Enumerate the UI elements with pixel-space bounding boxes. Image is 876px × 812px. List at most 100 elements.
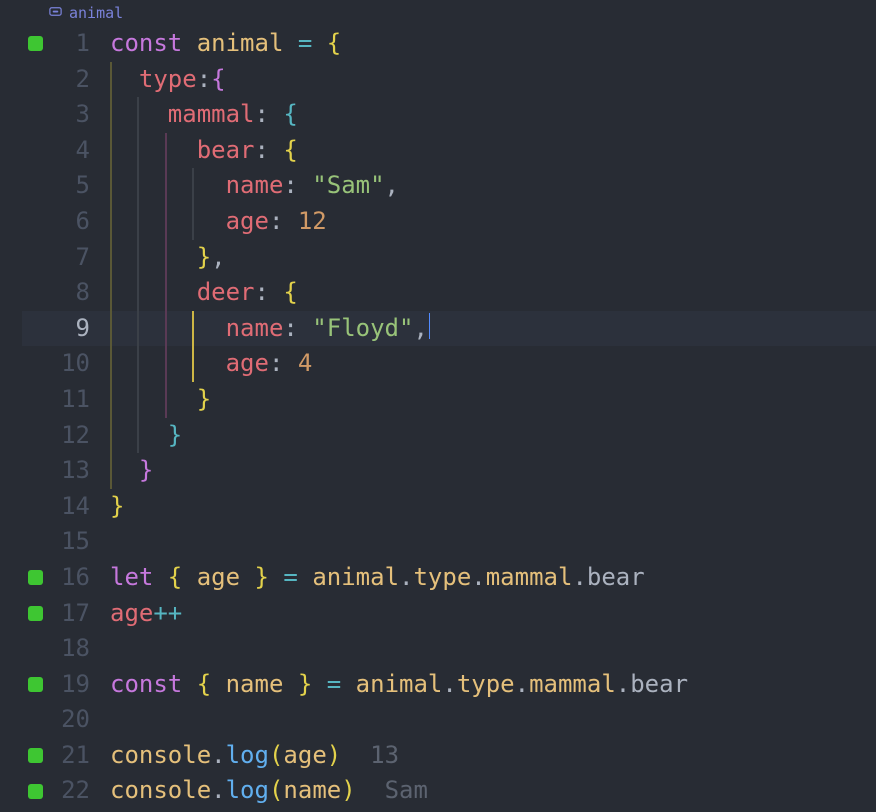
line-content[interactable]: } <box>110 418 876 454</box>
line-number[interactable]: 3 <box>54 97 110 133</box>
line-number[interactable]: 11 <box>54 382 110 418</box>
line-number[interactable]: 5 <box>54 168 110 204</box>
line-number[interactable]: 7 <box>54 240 110 276</box>
code-line[interactable]: 14} <box>0 489 876 525</box>
code-line[interactable]: 22console.log(name) Sam <box>0 773 876 809</box>
line-number[interactable]: 1 <box>54 26 110 62</box>
indent-guide <box>110 133 112 169</box>
line-content[interactable]: bear: { <box>110 133 876 169</box>
line-content[interactable]: name: "Floyd", <box>110 311 876 347</box>
indent-guide <box>137 275 139 311</box>
line-content[interactable]: type:{ <box>110 62 876 98</box>
line-number[interactable]: 4 <box>54 133 110 169</box>
gutter-marker[interactable] <box>22 346 54 382</box>
gutter-marker[interactable] <box>22 773 54 809</box>
line-number[interactable]: 8 <box>54 275 110 311</box>
line-content[interactable]: } <box>110 489 876 525</box>
indent-guide <box>137 97 139 133</box>
indent-guide <box>137 382 139 418</box>
indent-guide <box>192 346 194 382</box>
code-line[interactable]: 2 type:{ <box>0 62 876 98</box>
gutter-marker[interactable] <box>22 275 54 311</box>
line-content[interactable]: age++ <box>110 596 876 632</box>
line-number[interactable]: 10 <box>54 346 110 382</box>
code-line[interactable]: 1const animal = { <box>0 26 876 62</box>
line-content[interactable]: }, <box>110 240 876 276</box>
gutter-marker[interactable] <box>22 62 54 98</box>
line-content[interactable]: name: "Sam", <box>110 168 876 204</box>
line-number[interactable]: 13 <box>54 453 110 489</box>
indent-guide <box>110 382 112 418</box>
code-line[interactable]: 8 deer: { <box>0 275 876 311</box>
indent-guide <box>192 204 194 240</box>
code-area[interactable]: 1const animal = {2 type:{3 mammal: {4 be… <box>0 26 876 809</box>
line-content[interactable]: let { age } = animal.type.mammal.bear <box>110 560 876 596</box>
code-line[interactable]: 4 bear: { <box>0 133 876 169</box>
indent-guide <box>165 168 167 204</box>
code-line[interactable]: 9 name: "Floyd", <box>0 311 876 347</box>
gutter-marker[interactable] <box>22 418 54 454</box>
code-line[interactable]: 15 <box>0 524 876 560</box>
code-line[interactable]: 11 } <box>0 382 876 418</box>
code-line[interactable]: 10 age: 4 <box>0 346 876 382</box>
gutter-marker[interactable] <box>22 738 54 774</box>
line-number[interactable]: 22 <box>54 773 110 809</box>
gutter-marker[interactable] <box>22 240 54 276</box>
gutter-marker[interactable] <box>22 168 54 204</box>
line-number[interactable]: 18 <box>54 631 110 667</box>
line-number[interactable]: 14 <box>54 489 110 525</box>
line-number[interactable]: 21 <box>54 738 110 774</box>
line-content[interactable] <box>110 702 876 738</box>
gutter-marker[interactable] <box>22 97 54 133</box>
gutter-marker[interactable] <box>22 560 54 596</box>
line-number[interactable]: 19 <box>54 667 110 703</box>
code-line[interactable]: 18 <box>0 631 876 667</box>
line-content[interactable] <box>110 631 876 667</box>
gutter-marker[interactable] <box>22 133 54 169</box>
line-number[interactable]: 20 <box>54 702 110 738</box>
gutter-marker[interactable] <box>22 524 54 560</box>
line-content[interactable]: console.log(age) 13 <box>110 738 876 774</box>
code-line[interactable]: 7 }, <box>0 240 876 276</box>
code-line[interactable]: 16let { age } = animal.type.mammal.bear <box>0 560 876 596</box>
line-number[interactable]: 2 <box>54 62 110 98</box>
gutter-marker[interactable] <box>22 596 54 632</box>
indent-guide <box>165 204 167 240</box>
line-content[interactable]: const { name } = animal.type.mammal.bear <box>110 667 876 703</box>
line-content[interactable]: console.log(name) Sam <box>110 773 876 809</box>
gutter-marker[interactable] <box>22 26 54 62</box>
code-line[interactable]: 17age++ <box>0 596 876 632</box>
code-line[interactable]: 3 mammal: { <box>0 97 876 133</box>
gutter-marker[interactable] <box>22 489 54 525</box>
line-content[interactable]: age: 4 <box>110 346 876 382</box>
line-content[interactable]: deer: { <box>110 275 876 311</box>
line-content[interactable] <box>110 524 876 560</box>
gutter-marker[interactable] <box>22 702 54 738</box>
line-number[interactable]: 16 <box>54 560 110 596</box>
line-number[interactable]: 6 <box>54 204 110 240</box>
gutter-marker[interactable] <box>22 631 54 667</box>
line-content[interactable]: } <box>110 453 876 489</box>
code-line[interactable]: 12 } <box>0 418 876 454</box>
line-number[interactable]: 17 <box>54 596 110 632</box>
code-line[interactable]: 5 name: "Sam", <box>0 168 876 204</box>
code-line[interactable]: 21console.log(age) 13 <box>0 738 876 774</box>
line-number[interactable]: 12 <box>54 418 110 454</box>
line-number[interactable]: 9 <box>54 311 110 347</box>
line-content[interactable]: const animal = { <box>110 26 876 62</box>
gutter-marker[interactable] <box>22 453 54 489</box>
line-content[interactable]: } <box>110 382 876 418</box>
code-line[interactable]: 20 <box>0 702 876 738</box>
gutter-marker[interactable] <box>22 667 54 703</box>
code-line[interactable]: 6 age: 12 <box>0 204 876 240</box>
gutter-marker[interactable] <box>22 311 54 347</box>
code-line[interactable]: 13 } <box>0 453 876 489</box>
code-line[interactable]: 19const { name } = animal.type.mammal.be… <box>0 667 876 703</box>
text-cursor <box>429 313 431 339</box>
line-content[interactable]: age: 12 <box>110 204 876 240</box>
gutter-marker[interactable] <box>22 204 54 240</box>
line-number[interactable]: 15 <box>54 524 110 560</box>
gutter-marker[interactable] <box>22 382 54 418</box>
line-content[interactable]: mammal: { <box>110 97 876 133</box>
breadcrumb[interactable]: animal <box>0 0 876 26</box>
